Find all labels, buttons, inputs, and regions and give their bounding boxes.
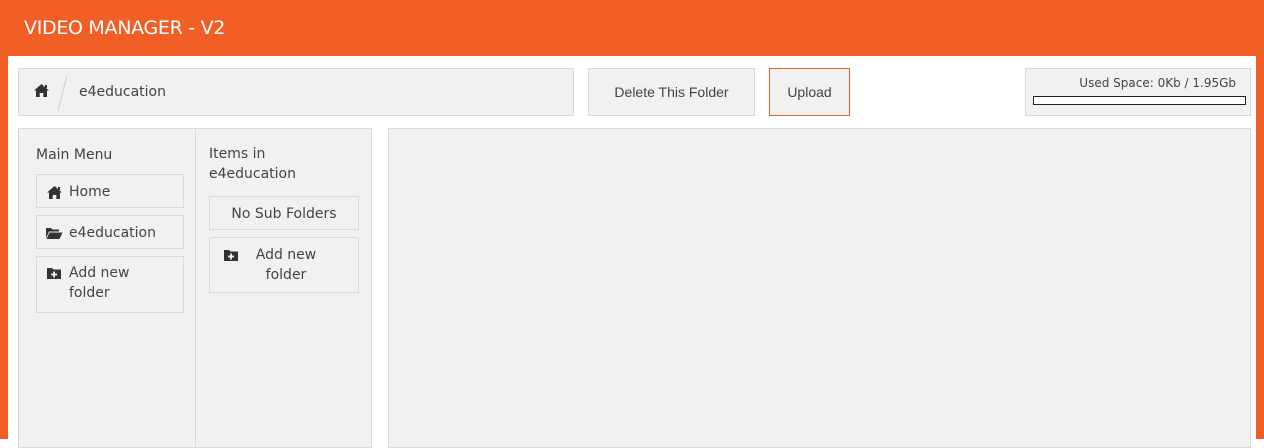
used-space-meter: Used Space: 0Kb / 1.95Gb: [1025, 68, 1251, 116]
folder-plus-icon: [222, 247, 240, 263]
main-menu-item-label: Add new folder: [69, 265, 130, 301]
app-title-bar: VIDEO MANAGER - V2: [8, 0, 1256, 56]
folder-plus-icon: [45, 265, 63, 281]
delete-folder-button[interactable]: Delete This Folder: [588, 68, 755, 116]
main-menu-item-home[interactable]: Home: [36, 174, 184, 208]
used-space-bar: [1033, 96, 1246, 105]
main-menu-heading: Main Menu: [36, 147, 113, 163]
main-menu-item-label: e4education: [69, 225, 156, 241]
folder-open-icon: [45, 225, 63, 241]
column-divider: [195, 129, 196, 447]
items-add-folder[interactable]: Add new folder: [209, 237, 359, 293]
upload-button[interactable]: Upload: [769, 68, 850, 116]
breadcrumb: e4education: [18, 68, 574, 116]
home-icon: [33, 83, 50, 102]
navigation-panel: Main Menu Home e4education Add new folde…: [18, 128, 372, 448]
items-add-folder-label: Add new folder: [255, 247, 317, 283]
main-menu-item-e4education[interactable]: e4education: [36, 215, 184, 249]
main-menu-add-folder[interactable]: Add new folder: [36, 256, 184, 313]
used-space-label: Used Space: 0Kb / 1.95Gb: [1079, 76, 1236, 90]
home-icon: [45, 184, 63, 200]
breadcrumb-home[interactable]: [19, 69, 63, 115]
app-title: VIDEO MANAGER - V2: [24, 17, 226, 39]
breadcrumb-current[interactable]: e4education: [63, 84, 166, 100]
main-menu-item-label: Home: [69, 184, 111, 200]
items-heading: Items in e4education: [209, 146, 296, 182]
no-subfolders-text: No Sub Folders: [209, 196, 359, 230]
content-area: e4education Delete This Folder Upload Us…: [8, 56, 1256, 448]
file-viewer-panel: [388, 128, 1251, 448]
